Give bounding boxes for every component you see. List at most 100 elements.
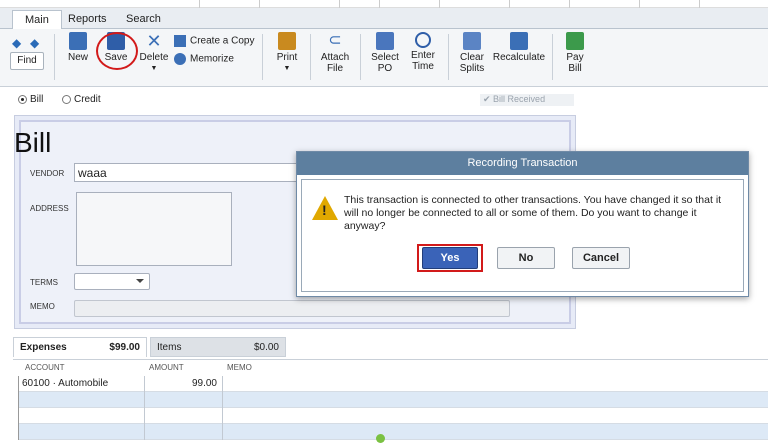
radio-unselected-icon	[62, 94, 71, 104]
yes-button[interactable]: Yes	[422, 247, 478, 269]
delete-button[interactable]: ✕ Delete ▼	[138, 32, 170, 74]
strip-cell	[640, 0, 700, 8]
bill-received-checkbox[interactable]: ✔ Bill Received	[480, 94, 574, 106]
copy-icon	[174, 35, 186, 47]
expense-grid: 60100 · Automobile 99.00	[18, 376, 768, 440]
address-field[interactable]	[76, 192, 232, 266]
table-row[interactable]	[19, 408, 768, 424]
bill-received-label: Bill Received	[493, 94, 546, 104]
terms-label: TERMS	[30, 278, 58, 287]
save-highlight-circle	[96, 32, 138, 70]
tab-search[interactable]: Search	[114, 10, 173, 29]
clear-splits-icon	[463, 32, 481, 50]
strip-cell	[380, 0, 440, 8]
chevron-down-icon	[136, 279, 144, 283]
table-row[interactable]	[19, 392, 768, 408]
memorize-button[interactable]: Memorize	[174, 53, 258, 65]
print-button[interactable]: Print ▼	[272, 32, 302, 74]
tab-reports[interactable]: Reports	[56, 10, 119, 29]
radio-selected-icon	[18, 94, 27, 104]
terms-dropdown[interactable]	[74, 273, 150, 290]
items-tab-label: Items	[157, 342, 182, 353]
select-po-label-2: PO	[377, 63, 393, 74]
calculator-icon	[510, 32, 528, 50]
pay-bill-label-2: Bill	[568, 63, 582, 74]
find-button[interactable]: Find	[10, 52, 44, 70]
table-row[interactable]: 60100 · Automobile 99.00	[19, 376, 768, 392]
column-header-amount[interactable]: AMOUNT	[149, 363, 184, 372]
new-button[interactable]: New	[64, 32, 92, 63]
memorize-label: Memorize	[190, 53, 234, 65]
toolbar-separator	[262, 34, 263, 80]
window-top-strip	[0, 0, 768, 8]
column-divider	[144, 376, 145, 440]
select-po-icon	[376, 32, 394, 50]
pay-bill-button[interactable]: Pay Bill	[560, 32, 590, 74]
column-header-memo[interactable]: MEMO	[227, 363, 252, 372]
vendor-label: VENDOR	[30, 169, 65, 178]
no-button[interactable]: No	[497, 247, 555, 269]
strip-cell	[510, 0, 570, 8]
column-header-account[interactable]: ACCOUNT	[25, 363, 65, 372]
tab-items[interactable]: Items $0.00	[150, 337, 286, 357]
tab-expenses[interactable]: Expenses $99.00	[13, 337, 147, 357]
recording-transaction-dialog: Recording Transaction ! This transaction…	[296, 151, 749, 297]
dialog-message: This transaction is connected to other t…	[344, 194, 722, 232]
address-label: ADDRESS	[30, 204, 69, 213]
enter-time-button[interactable]: Enter Time	[406, 32, 440, 72]
new-label: New	[67, 52, 88, 63]
bill-credit-radios: Bill Credit	[0, 90, 768, 110]
account-cell[interactable]: 60100 · Automobile	[22, 378, 108, 389]
paperclip-icon: ⊂	[328, 32, 342, 49]
create-copy-button[interactable]: Create a Copy	[174, 35, 258, 47]
memo-field[interactable]	[74, 300, 510, 317]
credit-radio[interactable]: Credit	[62, 94, 101, 105]
strip-cell	[570, 0, 640, 8]
recalculate-label: Recalculate	[492, 52, 546, 63]
grid-header: ACCOUNT AMOUNT MEMO	[13, 359, 768, 375]
delete-dropdown-icon[interactable]: ▼	[138, 63, 170, 74]
attach-file-button[interactable]: ⊂ Attach File	[318, 32, 352, 74]
toolbar: ◆ ◆ Find New Save ✕ Delete ▼ Create a Co…	[0, 29, 768, 87]
print-dropdown-icon[interactable]: ▼	[272, 63, 302, 74]
tab-main[interactable]: Main	[12, 10, 62, 29]
status-dot-icon	[376, 434, 385, 443]
items-tab-total: $0.00	[253, 342, 279, 353]
strip-cell	[440, 0, 510, 8]
memorize-icon	[174, 53, 186, 65]
strip-cell	[200, 0, 260, 8]
next-arrow-icon[interactable]: ◆	[30, 36, 39, 50]
table-row[interactable]	[19, 424, 768, 440]
recalculate-button[interactable]: Recalculate	[492, 32, 546, 63]
clear-splits-label-1: Clear	[460, 52, 484, 63]
pay-bill-icon	[566, 32, 584, 50]
ribbon-tabs: Main Reports Search	[0, 8, 768, 29]
toolbar-separator	[552, 34, 553, 80]
print-label: Print	[276, 52, 298, 63]
select-po-label-1: Select	[371, 52, 399, 63]
toolbar-separator	[54, 34, 55, 80]
cancel-button[interactable]: Cancel	[572, 247, 630, 269]
toolbar-separator	[310, 34, 311, 80]
bill-radio[interactable]: Bill	[18, 94, 43, 105]
dialog-body: ! This transaction is connected to other…	[301, 179, 744, 292]
warning-icon: !	[312, 196, 338, 220]
strip-cell	[260, 0, 340, 8]
memo-label: MEMO	[30, 302, 55, 311]
amount-cell[interactable]: 99.00	[145, 378, 217, 389]
select-po-button[interactable]: Select PO	[368, 32, 402, 74]
vendor-field[interactable]: waaa	[74, 163, 304, 182]
attach-file-label-1: Attach	[320, 52, 350, 63]
dialog-title: Recording Transaction	[297, 152, 748, 175]
clear-splits-button[interactable]: Clear Splits	[456, 32, 488, 74]
clear-splits-label-2: Splits	[459, 63, 485, 74]
previous-arrow-icon[interactable]: ◆	[12, 36, 21, 50]
expenses-tab-label: Expenses	[20, 342, 67, 353]
enter-time-label-2: Time	[412, 61, 434, 72]
create-copy-label: Create a Copy	[190, 35, 255, 47]
column-divider	[222, 376, 223, 440]
toolbar-separator	[448, 34, 449, 80]
toolbar-separator	[360, 34, 361, 80]
expenses-tab-total: $99.00	[109, 342, 140, 353]
clock-icon	[415, 32, 431, 48]
